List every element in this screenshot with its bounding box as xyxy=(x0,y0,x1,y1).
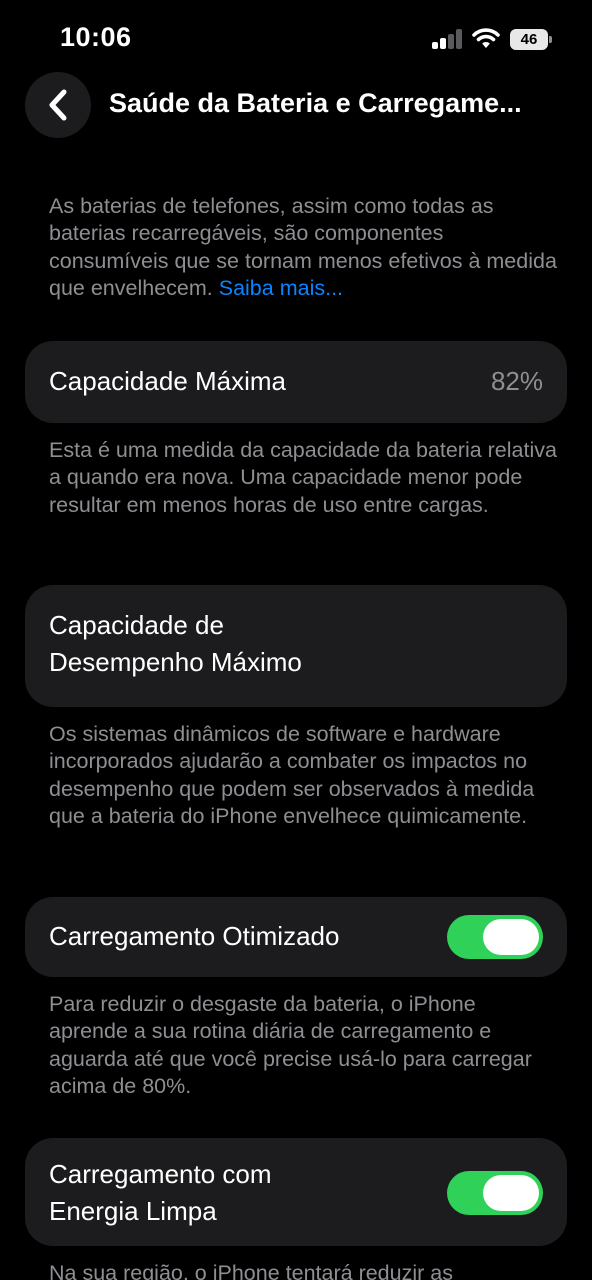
wifi-icon xyxy=(472,28,500,48)
peak-performance-label-line1: Capacidade de xyxy=(49,610,224,640)
clean-energy-label-line1: Carregamento com xyxy=(49,1159,272,1189)
toggle-knob xyxy=(483,1175,539,1211)
max-capacity-row: Capacidade Máxima 82% xyxy=(25,341,567,423)
optimized-charging-row: Carregamento Otimizado xyxy=(25,897,567,977)
clean-energy-description: Na sua região, o iPhone tentará reduzir … xyxy=(49,1261,453,1280)
optimized-charging-toggle[interactable] xyxy=(447,915,543,959)
learn-more-link[interactable]: Saiba mais... xyxy=(219,276,343,300)
toggle-knob xyxy=(483,919,539,955)
battery-level: 46 xyxy=(510,29,548,50)
intro-text: As baterias de telefones, assim como tod… xyxy=(49,193,559,302)
optimized-charging-description: Para reduzir o desgaste da bateria, o iP… xyxy=(49,992,532,1098)
clean-energy-label-line2: Energia Limpa xyxy=(49,1196,217,1226)
battery-health-screen: 10:06 46 Saúde da Bateria e Carregame...… xyxy=(0,0,592,1280)
status-bar: 10:06 46 xyxy=(0,0,592,70)
peak-performance-description: Os sistemas dinâmicos de software e hard… xyxy=(49,722,535,828)
back-button[interactable] xyxy=(25,72,91,138)
chevron-left-icon xyxy=(49,89,67,121)
cellular-signal-icon xyxy=(432,29,464,49)
max-capacity-label: Capacidade Máxima xyxy=(49,366,287,396)
battery-icon: 46 xyxy=(510,29,552,50)
peak-performance-row: Capacidade de Desempenho Máximo xyxy=(25,585,567,707)
peak-performance-label-line2: Desempenho Máximo xyxy=(49,647,302,677)
page-title: Saúde da Bateria e Carregame... xyxy=(109,88,522,118)
clean-energy-toggle[interactable] xyxy=(447,1171,543,1215)
clean-energy-charging-row: Carregamento com Energia Limpa xyxy=(25,1138,567,1246)
max-capacity-value: 82% xyxy=(490,366,543,396)
optimized-charging-label: Carregamento Otimizado xyxy=(49,921,340,951)
status-time: 10:06 xyxy=(60,22,132,52)
max-capacity-description: Esta é uma medida da capacidade da bater… xyxy=(49,438,557,517)
